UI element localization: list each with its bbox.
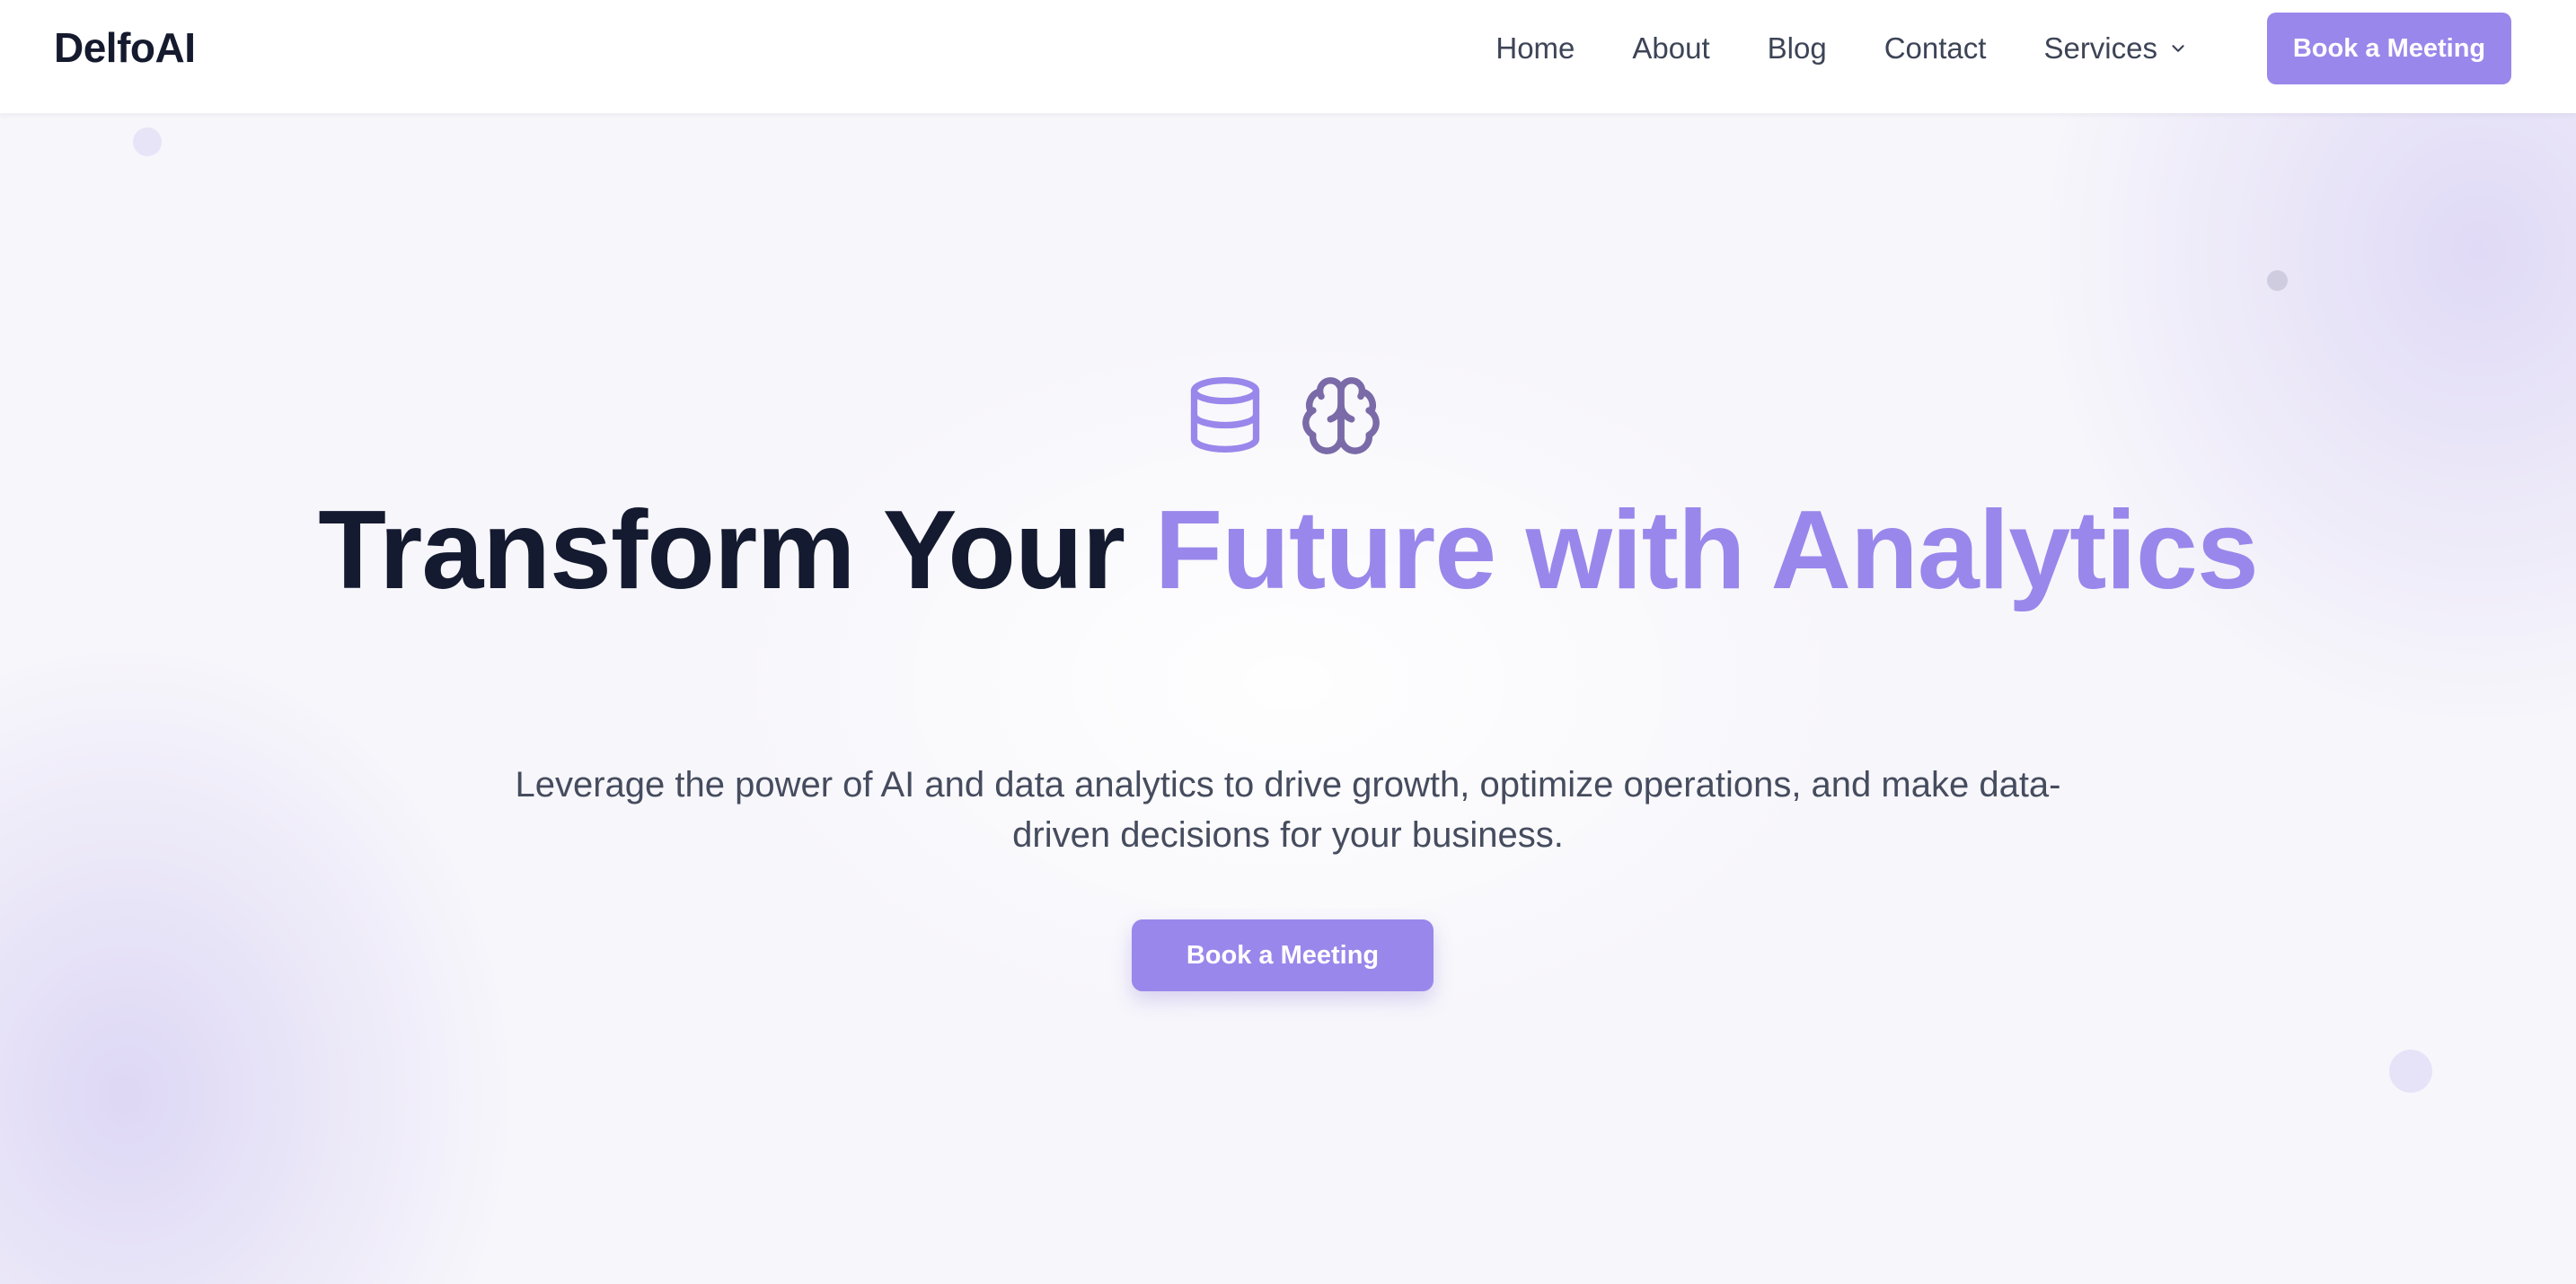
book-meeting-hero-button[interactable]: Book a Meeting [1132,919,1434,991]
nav-link-label: Blog [1767,31,1827,65]
brain-icon [1302,377,1380,454]
book-meeting-nav-button[interactable]: Book a Meeting [2267,13,2511,84]
decorative-dot [133,128,162,156]
brand-logo[interactable]: DelfoAI [54,20,196,75]
hero-title: Transform Your Future with Analytics [300,495,2276,606]
nav-link-label: Contact [1883,31,1987,65]
hero-title-main: Transform Your [318,488,1125,612]
nav-link-blog[interactable]: Blog [1768,31,1827,66]
nav-link-services[interactable]: Services [2043,31,2188,66]
nav-link-about[interactable]: About [1632,31,1709,66]
decorative-dot [2389,1050,2432,1093]
nav-link-home[interactable]: Home [1495,31,1575,66]
nav-link-label: Home [1495,31,1575,65]
nav-link-label: About [1632,31,1710,65]
top-navbar: DelfoAI Home About Blog Contact Services… [0,0,2576,113]
hero-title-accent: Future with Analytics [1154,488,2258,612]
nav-link-contact[interactable]: Contact [1884,31,1987,66]
hero-icon-group [1184,374,1383,460]
database-icon [1190,377,1260,453]
hero-background [0,0,2576,1284]
main-nav: Home About Blog Contact Services [1495,0,2188,96]
chevron-down-icon [2172,44,2184,52]
decorative-dot [2267,270,2288,291]
hero-subtitle: Leverage the power of AI and data analyt… [515,765,2061,855]
nav-link-label: Services [2043,31,2157,65]
